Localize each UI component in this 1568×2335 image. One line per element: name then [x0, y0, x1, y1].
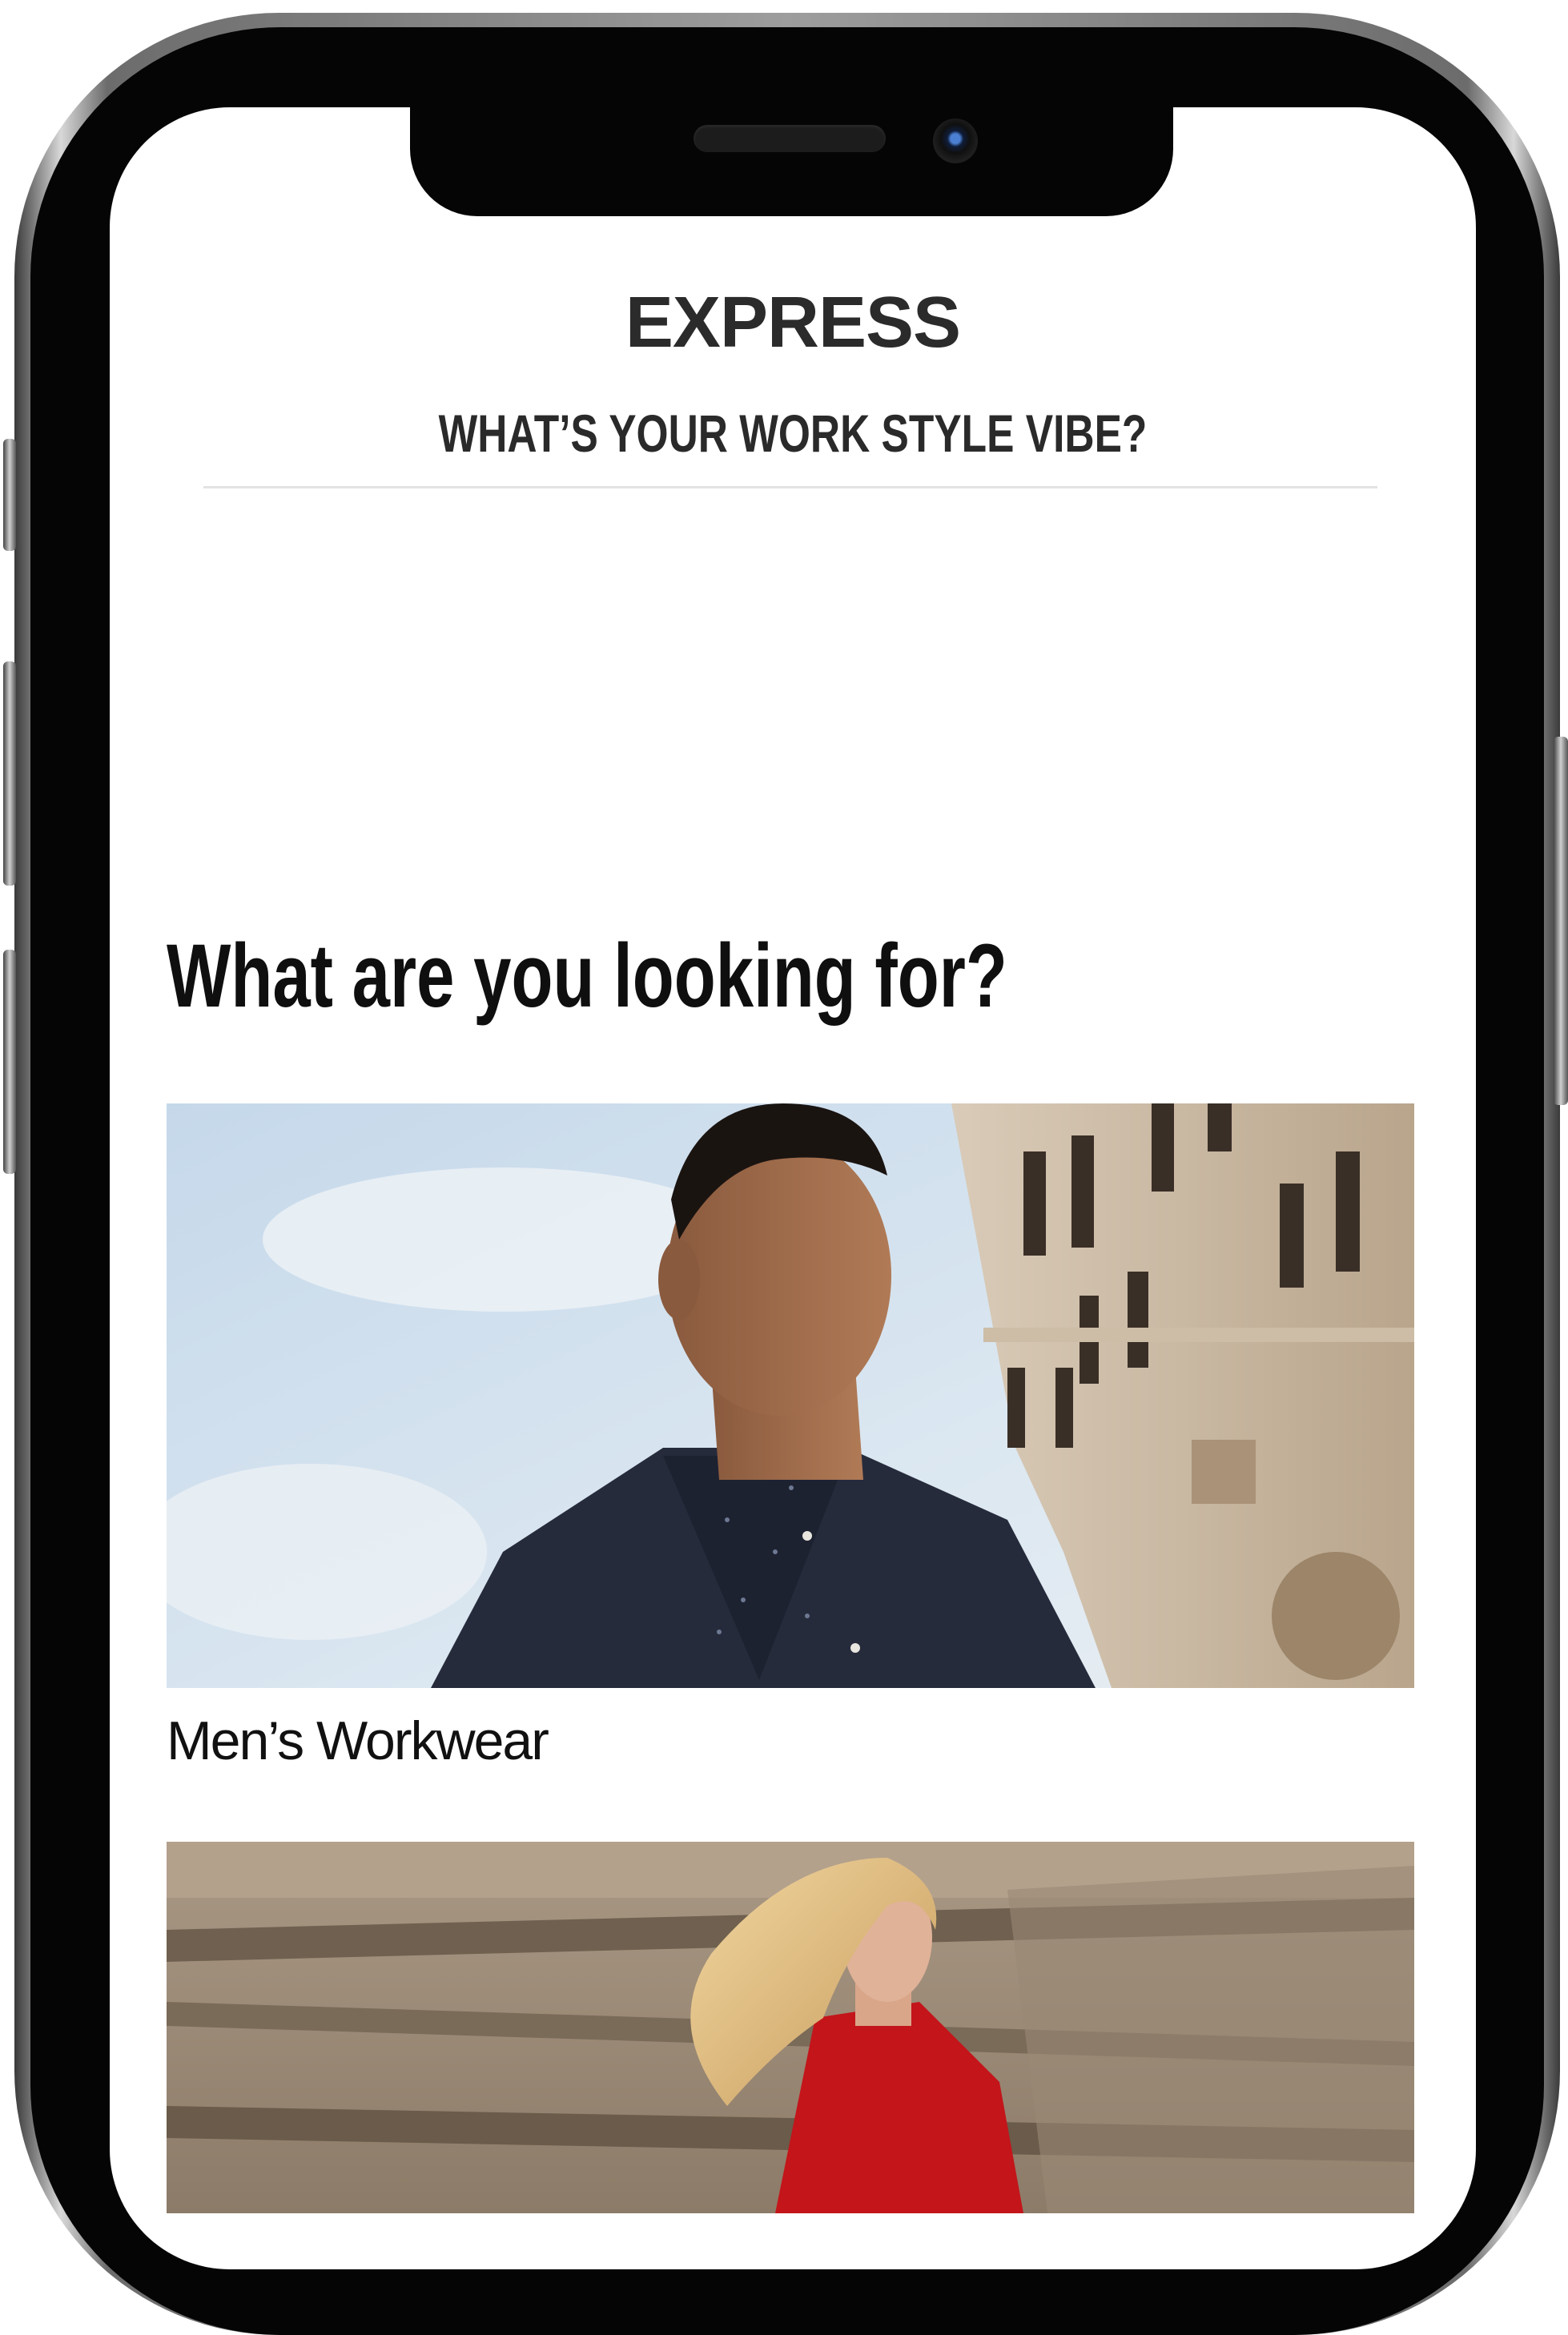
brand-logo[interactable]: EXPRESS — [110, 287, 1476, 359]
notch — [410, 104, 1173, 216]
category-card-mens-workwear[interactable] — [167, 1103, 1414, 1688]
section-heading: What are you looking for? — [167, 926, 1007, 1026]
speaker-grille — [694, 125, 886, 152]
silent-switch — [3, 439, 16, 551]
category-card-womens-workwear[interactable] — [167, 1842, 1414, 2213]
mens-workwear-photo — [167, 1103, 1414, 1688]
header-divider — [203, 486, 1377, 488]
page-tagline: WHAT’S YOUR WORK STYLE VIBE? — [438, 404, 1148, 463]
category-label-mens-workwear[interactable]: Men’s Workwear — [167, 1714, 549, 1768]
power-button — [1554, 737, 1568, 1105]
front-camera-icon — [933, 119, 978, 163]
volume-up-button — [3, 661, 16, 886]
volume-down-button — [3, 950, 16, 1174]
womens-workwear-photo — [167, 1842, 1414, 2213]
